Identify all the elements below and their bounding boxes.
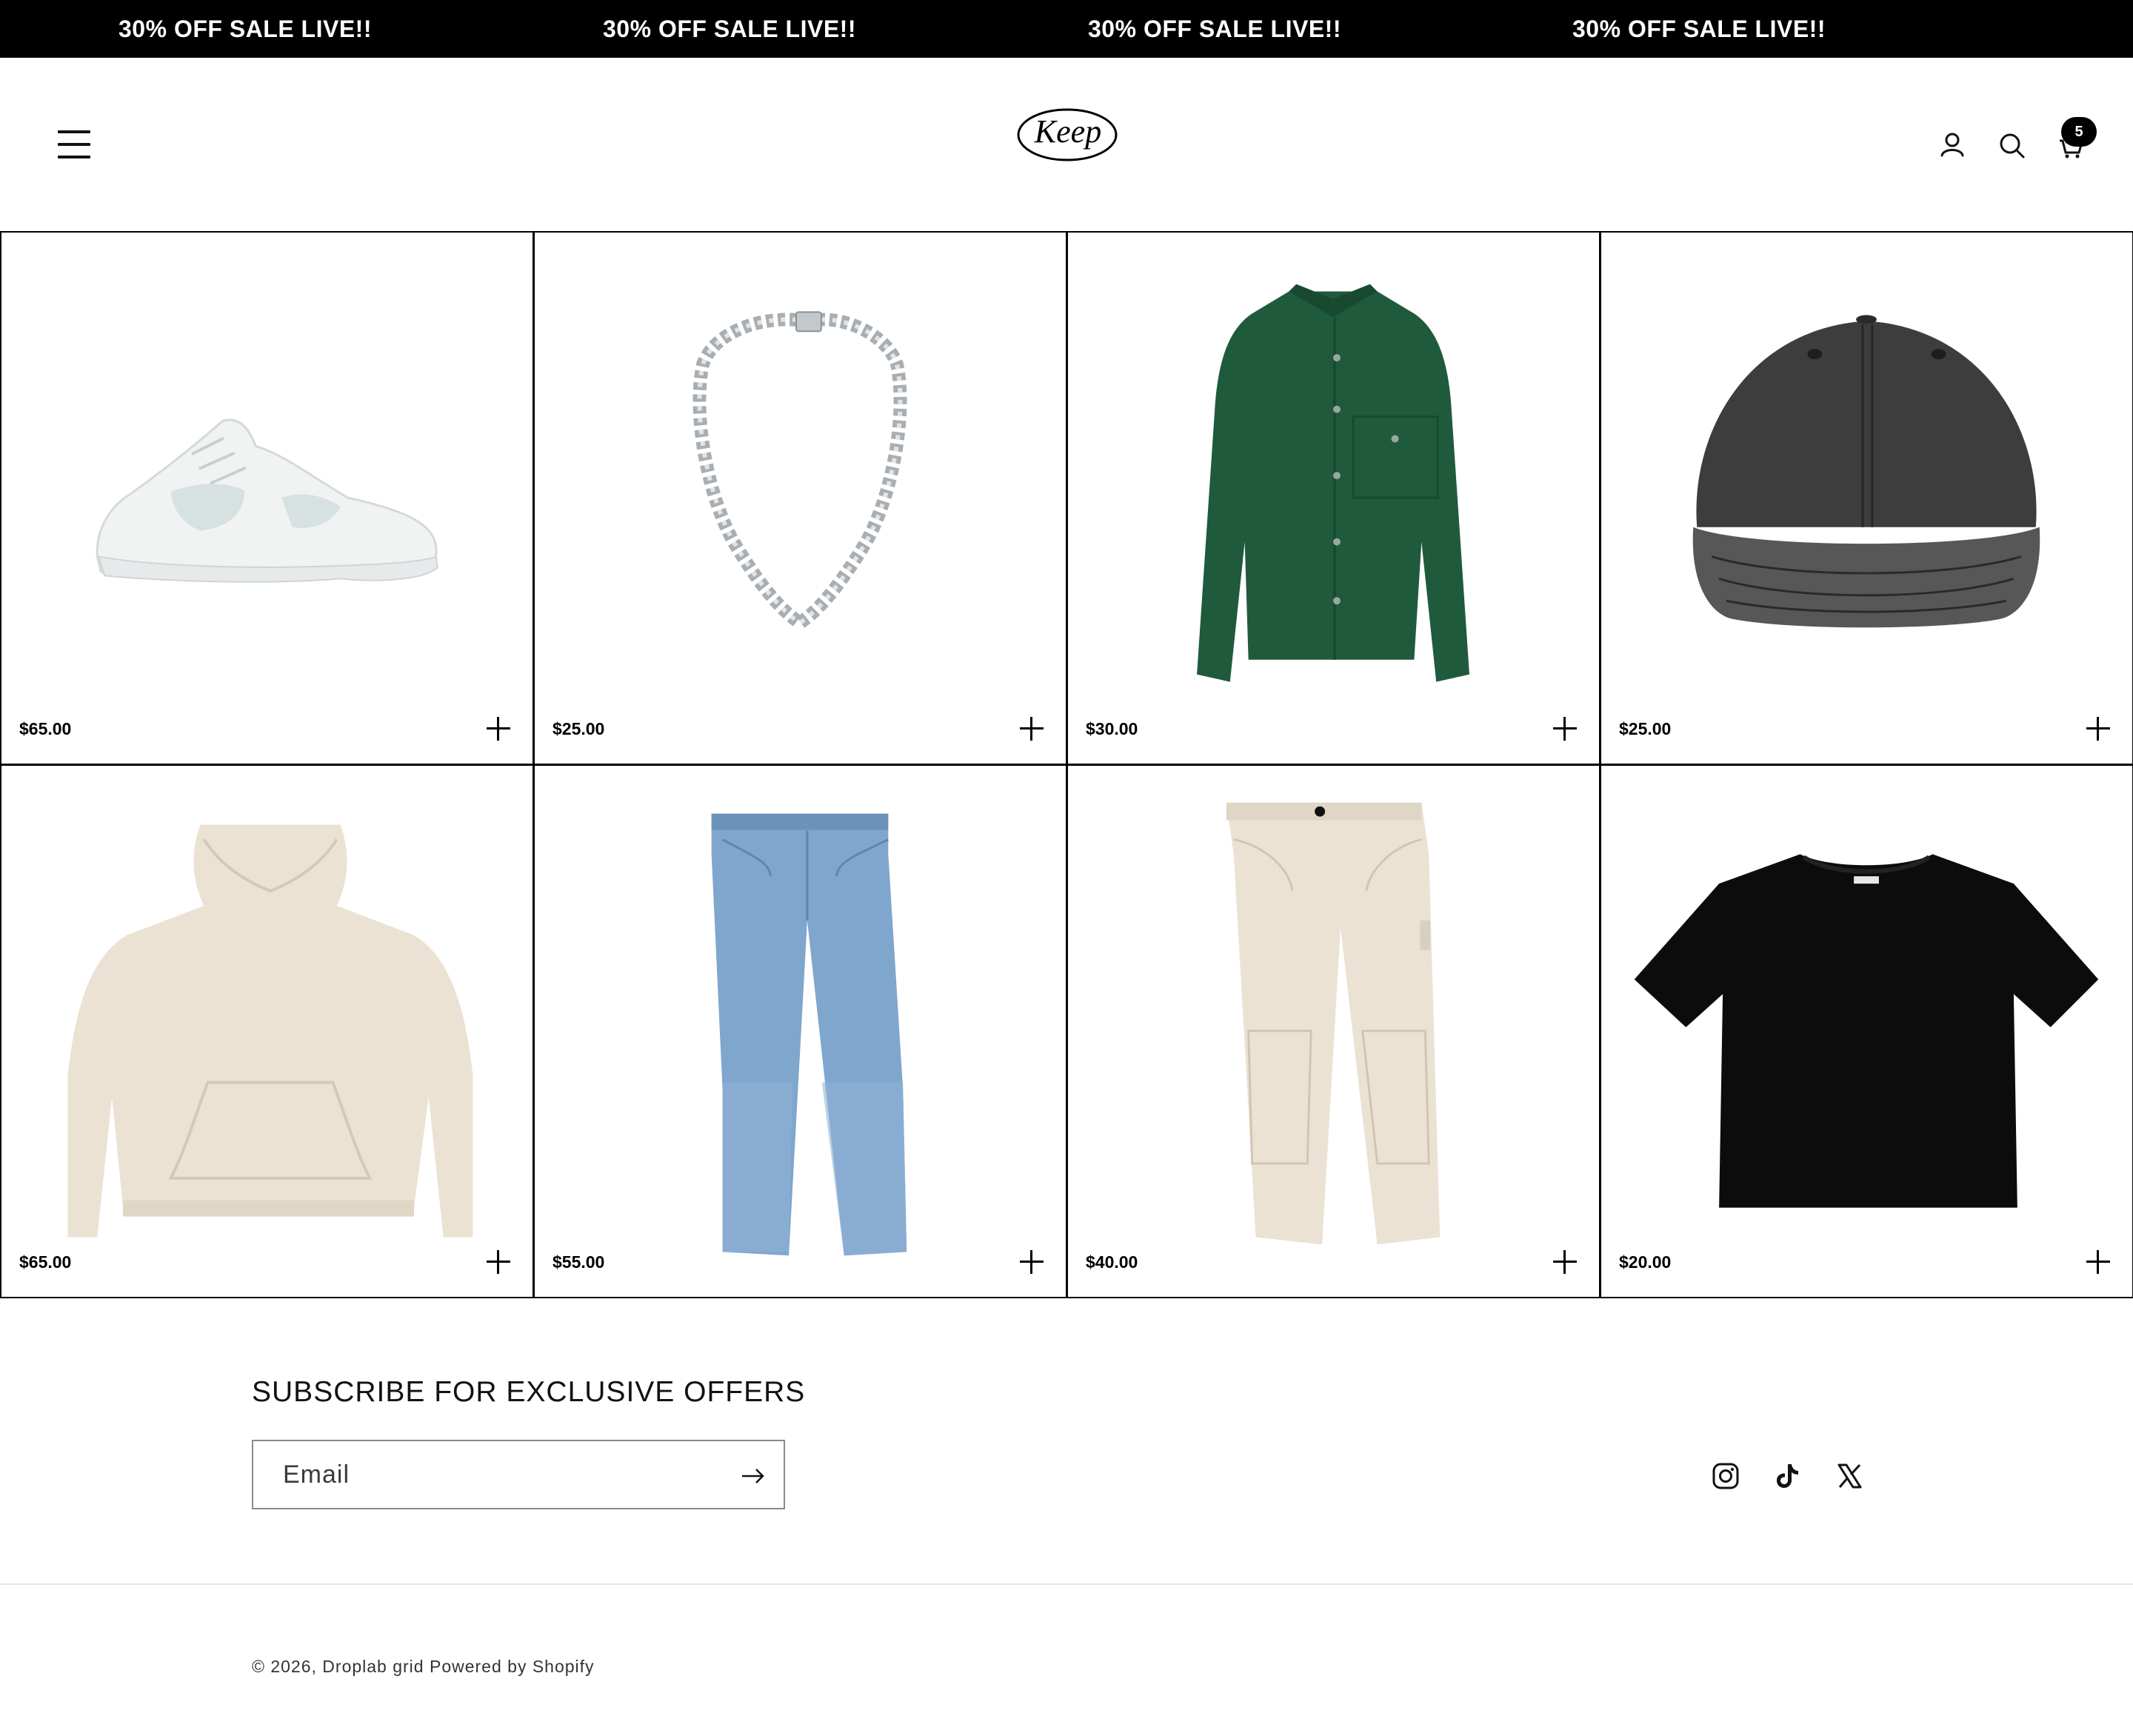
powered-by-link[interactable]: Powered by Shopify — [430, 1657, 595, 1676]
product-price: $25.00 — [1619, 719, 1672, 738]
product-card-green-overshirt[interactable]: $30.00 — [1066, 231, 1600, 765]
add-to-cart-plus-icon[interactable] — [2085, 1249, 2112, 1275]
email-input[interactable] — [255, 1443, 699, 1506]
logo-text: Keep — [1034, 113, 1101, 150]
store-logo[interactable]: Keep — [1016, 107, 1118, 163]
product-image-washed-black-cap — [1692, 315, 2040, 628]
announcement-message: 30% OFF SALE LIVE!! — [603, 16, 856, 42]
copyright: © 2026, Droplab grid Powered by Shopify — [252, 1657, 595, 1677]
copyright-year: © 2026, — [252, 1657, 317, 1676]
arrow-right-icon[interactable] — [736, 1459, 770, 1493]
product-price: $20.00 — [1619, 1252, 1672, 1272]
product-card-silver-chain-necklace[interactable]: $25.00 — [533, 231, 1067, 765]
newsletter-form — [252, 1440, 785, 1509]
add-to-cart-plus-icon[interactable] — [1018, 715, 1045, 742]
product-price: $55.00 — [553, 1252, 605, 1272]
account-icon[interactable] — [1933, 126, 1972, 164]
product-image-cream-hoodie — [67, 824, 473, 1238]
site-header: Keep 5 — [0, 58, 2133, 231]
product-image-blue-jeans — [711, 813, 907, 1256]
product-card-black-tshirt[interactable]: $20.00 — [1600, 764, 2133, 1298]
product-price: $30.00 — [1086, 719, 1138, 738]
product-price: $25.00 — [553, 719, 605, 738]
product-card-washed-black-cap[interactable]: $25.00 — [1600, 231, 2133, 765]
product-price: $40.00 — [1086, 1252, 1138, 1272]
product-price: $65.00 — [19, 719, 72, 738]
add-to-cart-plus-icon[interactable] — [1018, 1249, 1045, 1275]
add-to-cart-plus-icon[interactable] — [485, 715, 512, 742]
product-image-black-tshirt — [1634, 854, 2099, 1208]
product-image-green-overshirt — [1197, 284, 1469, 682]
menu-icon[interactable] — [58, 130, 93, 158]
announcement-message: 30% OFF SALE LIVE!! — [118, 16, 372, 42]
store-name-link[interactable]: Droplab grid — [322, 1657, 424, 1676]
instagram-icon[interactable] — [1710, 1460, 1741, 1492]
add-to-cart-plus-icon[interactable] — [1552, 1249, 1578, 1275]
product-grid: $65.00 $25.00 $30.00 $25.00 $65.00 $55.0… — [0, 231, 2133, 1298]
announcement-message: 30% OFF SALE LIVE!! — [1088, 16, 1341, 42]
product-card-white-sneaker[interactable]: $65.00 — [0, 231, 534, 765]
cart-count-badge: 5 — [2061, 117, 2097, 147]
tiktok-icon[interactable] — [1772, 1460, 1803, 1492]
subscribe-heading: SUBSCRIBE FOR EXCLUSIVE OFFERS — [252, 1376, 806, 1408]
announcement-bar: 30% OFF SALE LIVE!! 30% OFF SALE LIVE!! … — [0, 0, 2133, 58]
x-icon[interactable] — [1834, 1460, 1865, 1492]
add-to-cart-plus-icon[interactable] — [1552, 715, 1578, 742]
product-price: $65.00 — [19, 1252, 72, 1272]
footer-divider — [0, 1583, 2133, 1585]
product-image-ecru-carpenter-pants — [1226, 802, 1441, 1245]
search-icon[interactable] — [1992, 126, 2031, 164]
announcement-message: 30% OFF SALE LIVE!! — [1572, 16, 1826, 42]
add-to-cart-plus-icon[interactable] — [485, 1249, 512, 1275]
product-card-blue-jeans[interactable]: $55.00 — [533, 764, 1067, 1298]
product-image-white-sneaker — [96, 418, 438, 583]
add-to-cart-plus-icon[interactable] — [2085, 715, 2112, 742]
product-image-silver-chain-necklace — [692, 311, 907, 631]
product-card-ecru-carpenter-pants[interactable]: $40.00 — [1066, 764, 1600, 1298]
product-card-cream-hoodie[interactable]: $65.00 — [0, 764, 534, 1298]
